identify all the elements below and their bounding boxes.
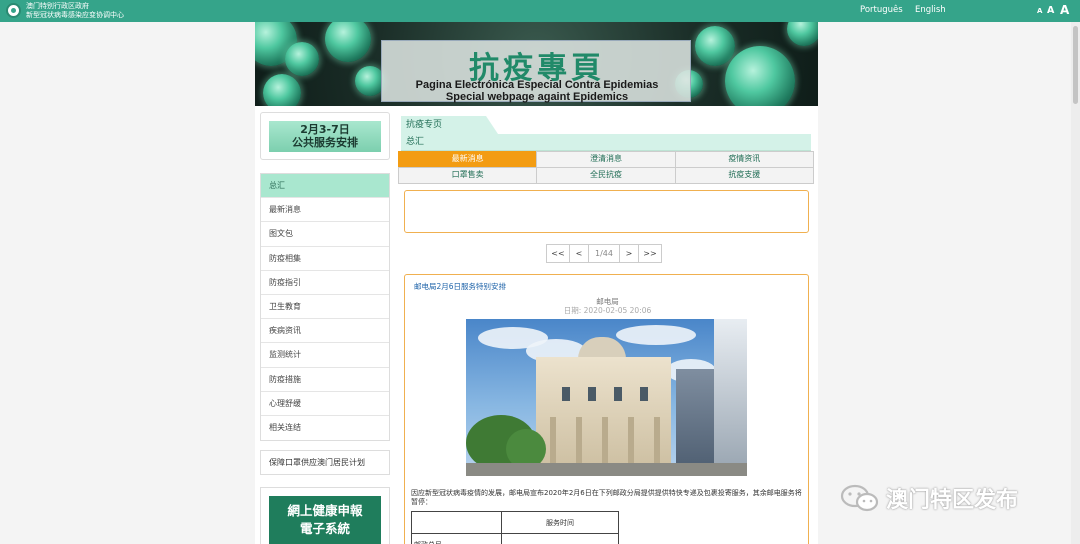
banner-title-box: 抗疫專頁 Pagina Electrónica Especial Contra … [381, 40, 691, 103]
background-tower [714, 319, 747, 469]
sidebar-item-related-links[interactable]: 相关连结 [261, 416, 389, 440]
health-line1: 網上健康申報 [287, 503, 363, 518]
sidebar-item-guidelines[interactable]: 防疫指引 [261, 271, 389, 295]
tab-latest-news[interactable]: 最新消息 [398, 151, 538, 168]
health-line2: 電子系統 [299, 521, 350, 536]
page-indicator: 1/44 [588, 244, 620, 263]
tab-epidemic-info[interactable]: 疫情资讯 [674, 151, 814, 168]
window [588, 387, 596, 401]
table-cell [411, 511, 502, 534]
banner: 抗疫專頁 Pagina Electrónica Especial Contra … [255, 22, 818, 106]
tab-all-people-fight[interactable]: 全民抗疫 [536, 167, 676, 184]
page-scrollbar[interactable] [1071, 22, 1080, 544]
sidebar-item-mental-relief[interactable]: 心理舒缓 [261, 392, 389, 416]
next-page-button[interactable]: > [619, 244, 639, 263]
page-container: 抗疫專頁 Pagina Electrónica Especial Contra … [255, 22, 818, 544]
window [614, 387, 622, 401]
sidebar-item-summary[interactable]: 总汇 [261, 174, 389, 199]
post-office-building [536, 357, 671, 476]
prev-page-button[interactable]: < [569, 244, 589, 263]
virus-decoration [325, 22, 371, 62]
table-cell [501, 533, 619, 544]
virus-decoration [725, 46, 795, 106]
government-logo-icon[interactable] [6, 3, 21, 18]
tab-clarifications[interactable]: 澄清消息 [536, 151, 676, 168]
post-office-photo [466, 319, 747, 476]
notice-box [404, 190, 809, 233]
service-arrangement-image[interactable]: 2月3-7日 公共服务安排 [269, 121, 381, 152]
health-declaration-image[interactable]: 網上健康申報 電子系統 [269, 496, 381, 544]
first-page-button[interactable]: << [546, 244, 570, 263]
sidebar-item-statistics[interactable]: 监测统计 [261, 343, 389, 368]
cloud [616, 325, 696, 345]
table-header-service-hours: 服务时间 [501, 511, 619, 534]
lang-portugues-link[interactable]: Português [860, 5, 903, 15]
background-tower [676, 369, 716, 469]
sidebar-item-health-education[interactable]: 卫生教育 [261, 295, 389, 320]
virus-decoration [285, 42, 319, 76]
virus-decoration [263, 74, 301, 106]
lang-english-link[interactable]: English [915, 5, 946, 15]
tab-support[interactable]: 抗疫支援 [674, 167, 814, 184]
window [562, 387, 570, 401]
sidebar-item-photo-album[interactable]: 防疫相集 [261, 247, 389, 271]
section-header: 总汇 [401, 134, 811, 151]
category-tabs: 最新消息 澄清消息 疫情资讯 口罩售卖 全民抗疫 抗疫支援 [398, 151, 814, 184]
org-name-line2: 新型冠状病毒感染应变协调中心 [26, 11, 124, 19]
news-article: 邮电局2月6日服务特别安排 邮电局 日期: 2020-02-05 20:06 因… [404, 274, 809, 544]
promo-line2: 公共服务安排 [292, 136, 358, 149]
window [640, 387, 648, 401]
last-page-button[interactable]: >> [638, 244, 662, 263]
scrollbar-thumb[interactable] [1073, 26, 1078, 104]
top-bar: 澳门特别行政区政府 新型冠状病毒感染应变协调中心 Português Engli… [0, 0, 1080, 22]
sidebar-item-infographics[interactable]: 图文包 [261, 222, 389, 247]
mask-supply-plan-link[interactable]: 保障口罩供应澳门居民计划 [260, 450, 390, 475]
service-hours-table: 服务时间 邮政总局 [411, 511, 619, 544]
font-size-large-button[interactable]: A [1060, 3, 1069, 17]
virus-decoration [695, 26, 735, 66]
table-cell-office: 邮政总局 [411, 533, 502, 544]
sidebar-item-measures[interactable]: 防疫措施 [261, 368, 389, 392]
watermark-text: 澳门特区发布 [886, 488, 1019, 513]
sidebar-nav: 总汇 最新消息 图文包 防疫相集 防疫指引 卫生教育 疾病资讯 监测统计 防疫措… [260, 173, 390, 442]
sidebar-item-latest-news[interactable]: 最新消息 [261, 198, 389, 223]
health-declaration-promo[interactable]: 網上健康申報 電子系統 [260, 487, 390, 544]
promo-line1: 2月3-7日 [300, 123, 350, 136]
article-date: 日期: 2020-02-05 20:06 [563, 306, 652, 315]
pagination: << < 1/44 > >> [546, 244, 662, 263]
org-name-line1: 澳门特别行政区政府 [26, 2, 89, 10]
tab-mask-sales[interactable]: 口罩售卖 [398, 167, 538, 184]
road [466, 463, 747, 476]
sidebar-item-disease-info[interactable]: 疾病资讯 [261, 319, 389, 344]
tab-epidemic-page[interactable]: 抗疫专页 [401, 116, 498, 134]
banner-subtitle-pt: Pagina Electrónica Especial Contra Epide… [415, 79, 659, 91]
font-size-small-button[interactable]: A [1037, 7, 1042, 15]
virus-decoration [787, 22, 818, 46]
article-body: 因应新型冠状病毒疫情的发展，邮电局宣布2020年2月6日在下列邮政分局提供提供特… [411, 489, 802, 506]
service-arrangement-promo[interactable]: 2月3-7日 公共服务安排 [260, 112, 390, 160]
banner-subtitle-en: Special webpage againt Epidemics [445, 91, 629, 103]
wechat-icon [840, 484, 879, 512]
font-size-medium-button[interactable]: A [1047, 5, 1054, 16]
watermark: 澳门特区发布 [838, 480, 1048, 514]
article-title-link[interactable]: 邮电局2月6日服务特别安排 [414, 281, 506, 292]
